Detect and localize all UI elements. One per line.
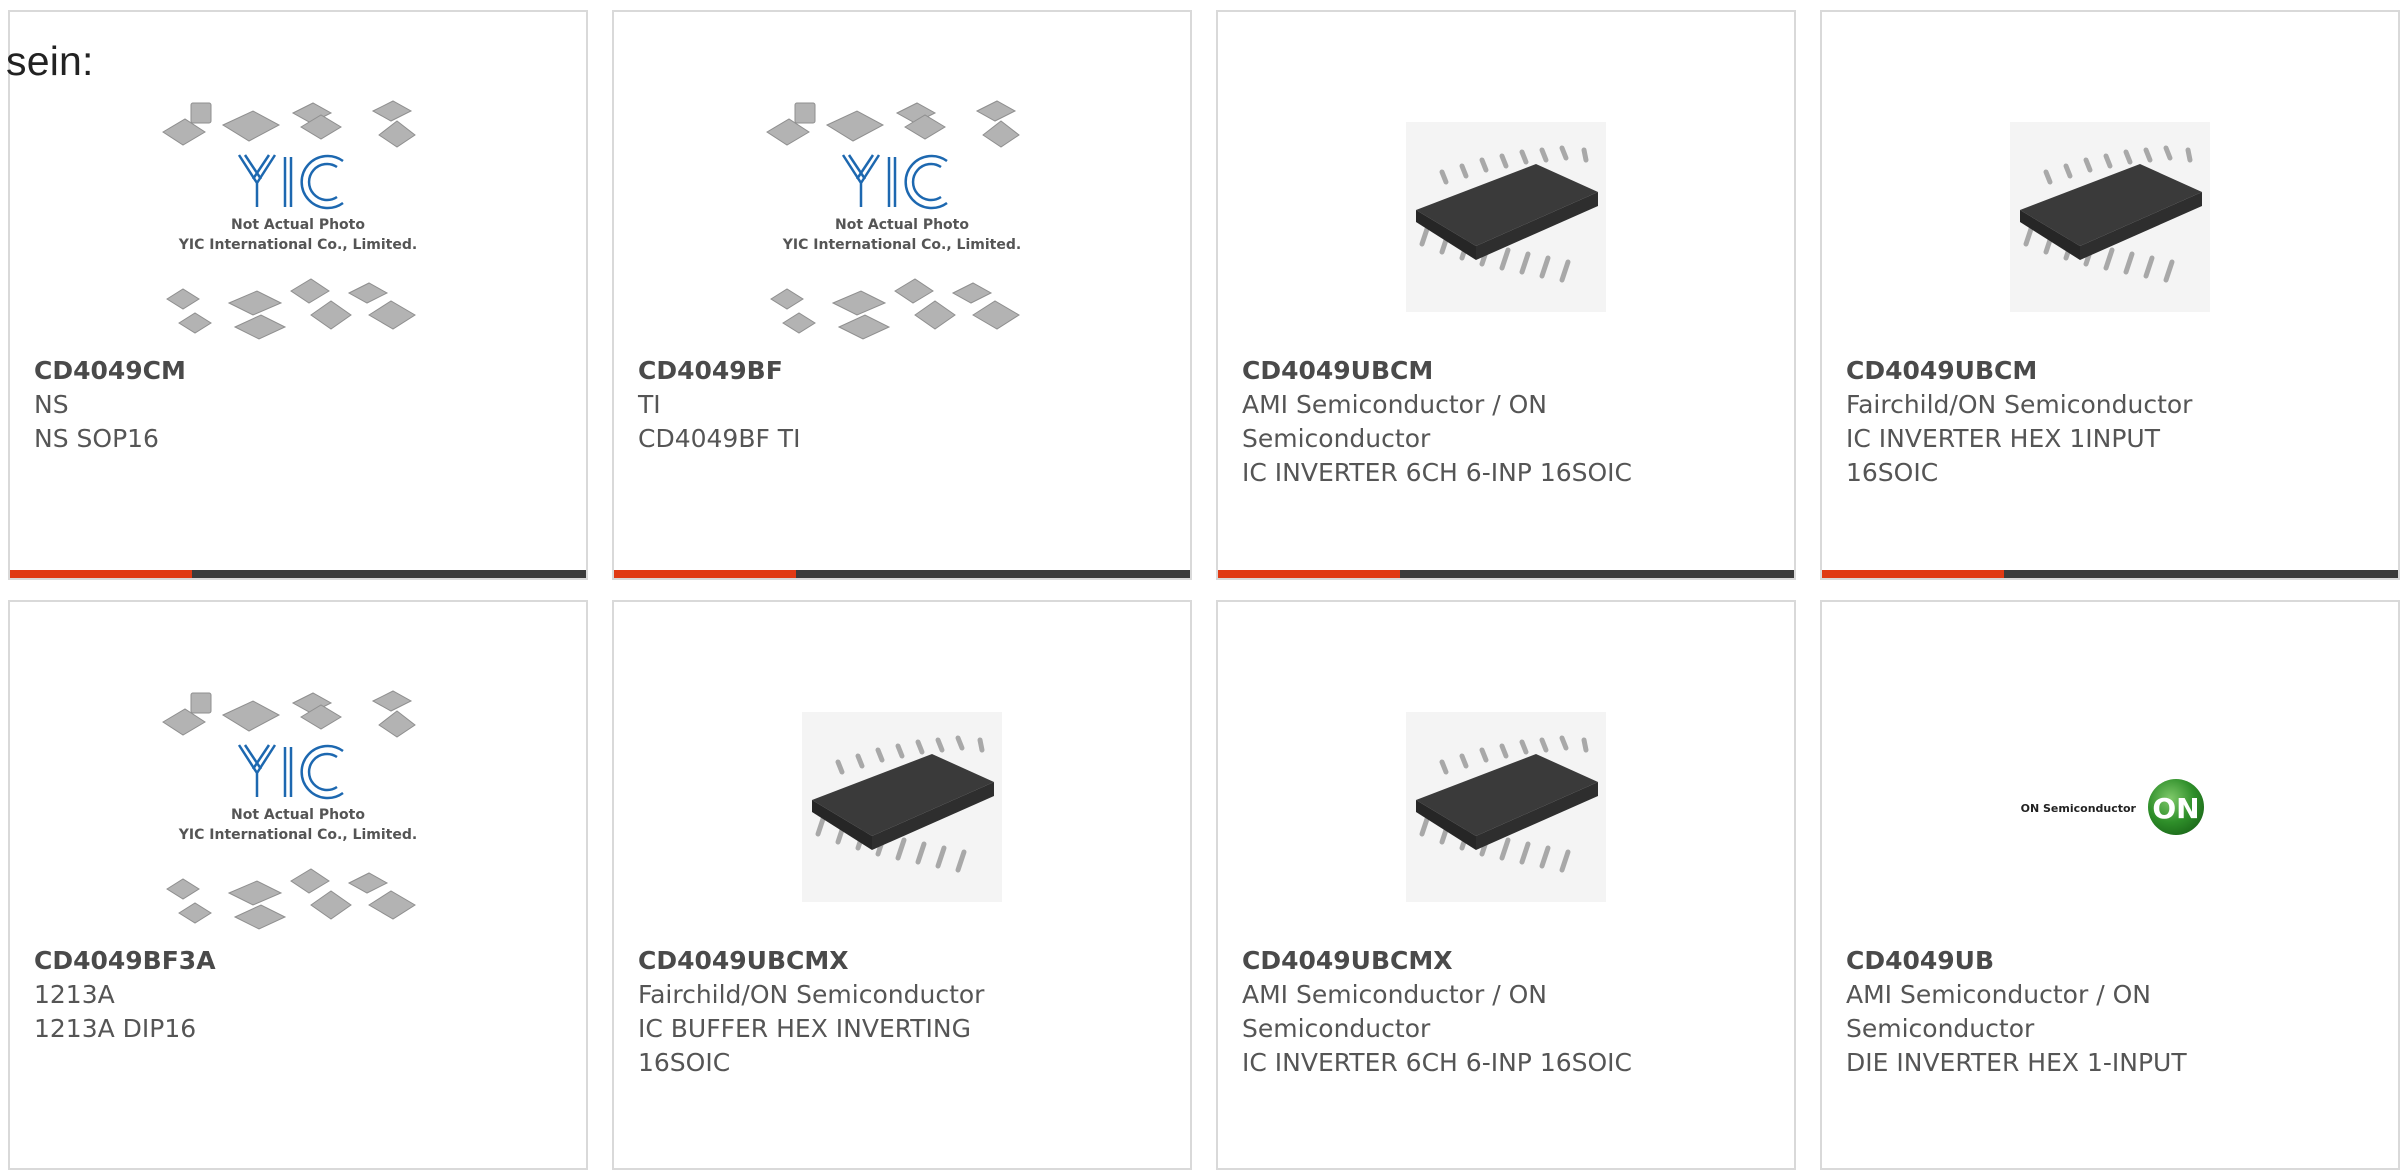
part-number[interactable]: CD4049UB [1846,944,2378,978]
product-card[interactable]: Not Actual Photo YIC International Co., … [8,10,588,580]
description: NS SOP16 [34,424,159,453]
card-bar-accent [10,570,192,578]
card-bar [10,570,586,578]
card-bar [614,570,1190,578]
soic-chip-image [1406,712,1606,902]
card-bar-accent [1822,570,2004,578]
product-card[interactable]: CD4049UBCM Fairchild/ON Semiconductor IC… [1820,10,2400,580]
watermark-line2: YIC International Co., Limited. [178,237,417,253]
part-number[interactable]: CD4049UBCMX [1242,944,1774,978]
soic-chip-image [2010,122,2210,312]
manufacturer: AMI Semiconductor / ON Semiconductor [1242,390,1547,453]
manufacturer: AMI Semiconductor / ON Semiconductor [1846,980,2151,1043]
part-number[interactable]: CD4049BF [638,354,1170,388]
page-intro-text: sein: [6,38,94,84]
watermark-line1: Not Actual Photo [231,217,365,233]
product-grid: Not Actual Photo YIC International Co., … [0,0,2400,1170]
product-card[interactable]: ON Semiconductor ON CD4049UB AMI Semicon… [1820,600,2400,1170]
watermark-line1: Not Actual Photo [835,217,969,233]
brand-logo-text: ON Semiconductor [2021,802,2137,815]
description: IC INVERTER 6CH 6-INP 16SOIC [1242,458,1633,487]
watermark-line1: Not Actual Photo [231,807,365,823]
placeholder-image: Not Actual Photo YIC International Co., … [162,100,417,340]
description: IC INVERTER HEX 1INPUT 16SOIC [1846,424,2160,487]
product-card[interactable]: CD4049UBCM AMI Semiconductor / ON Semico… [1216,10,1796,580]
product-image[interactable] [614,672,1190,942]
manufacturer: Fairchild/ON Semiconductor [1846,390,2193,419]
manufacturer: TI [638,390,661,419]
part-number[interactable]: CD4049UBCM [1846,354,2378,388]
description: IC BUFFER HEX INVERTING 16SOIC [638,1014,972,1077]
card-bar-accent [614,570,796,578]
description: IC INVERTER 6CH 6-INP 16SOIC [1242,1048,1633,1077]
card-bar-accent [1218,570,1400,578]
soic-chip-image [1406,122,1606,312]
card-bar [1822,570,2398,578]
brand-logo-badge: ON [2152,792,2199,825]
description: DIE INVERTER HEX 1-INPUT [1846,1048,2187,1077]
product-image[interactable]: Not Actual Photo YIC International Co., … [10,82,586,352]
product-image[interactable]: ON Semiconductor ON [1822,672,2398,942]
description: 1213A DIP16 [34,1014,197,1043]
manufacturer: NS [34,390,69,419]
manufacturer: 1213A [34,980,115,1009]
product-card[interactable]: Not Actual Photo YIC International Co., … [612,10,1192,580]
placeholder-image: Not Actual Photo YIC International Co., … [766,100,1021,340]
manufacturer: AMI Semiconductor / ON Semiconductor [1242,980,1547,1043]
product-image[interactable] [1218,672,1794,942]
part-number[interactable]: CD4049CM [34,354,566,388]
watermark-line2: YIC International Co., Limited. [178,827,417,843]
product-image[interactable]: Not Actual Photo YIC International Co., … [10,672,586,942]
product-image[interactable]: Not Actual Photo YIC International Co., … [614,82,1190,352]
product-image[interactable] [1822,82,2398,352]
soic-chip-image [802,712,1002,902]
placeholder-image: Not Actual Photo YIC International Co., … [162,690,417,930]
product-image[interactable] [1218,82,1794,352]
on-semiconductor-logo: ON Semiconductor ON [2021,779,2204,835]
manufacturer: Fairchild/ON Semiconductor [638,980,985,1009]
part-number[interactable]: CD4049BF3A [34,944,566,978]
description: CD4049BF TI [638,424,801,453]
product-card[interactable]: CD4049UBCMX Fairchild/ON Semiconductor I… [612,600,1192,1170]
product-card[interactable]: Not Actual Photo YIC International Co., … [8,600,588,1170]
part-number[interactable]: CD4049UBCM [1242,354,1774,388]
part-number[interactable]: CD4049UBCMX [638,944,1170,978]
product-card[interactable]: CD4049UBCMX AMI Semiconductor / ON Semic… [1216,600,1796,1170]
watermark-line2: YIC International Co., Limited. [782,237,1021,253]
card-bar [1218,570,1794,578]
